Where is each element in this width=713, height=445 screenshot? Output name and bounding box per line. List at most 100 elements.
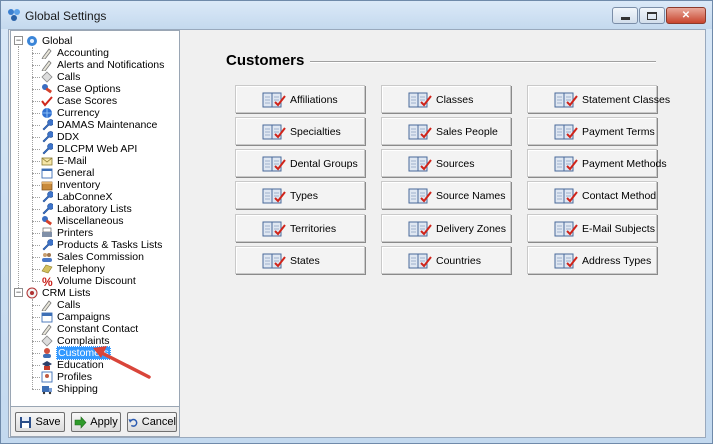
tree-item[interactable]: Products & Tasks Lists — [41, 239, 163, 251]
list-tile[interactable]: Sources — [381, 149, 511, 177]
list-tile[interactable]: Territories — [235, 214, 365, 242]
maximize-icon — [647, 11, 657, 20]
arrow-right-icon — [74, 415, 87, 429]
minimize-button[interactable] — [612, 7, 638, 24]
tree-item[interactable]: Case Scores — [41, 95, 118, 107]
tree-item[interactable]: Laboratory Lists — [41, 203, 133, 215]
tree-node-crm-lists[interactable]: CRM Lists — [26, 287, 91, 299]
cancel-button[interactable]: Cancel — [127, 412, 177, 432]
list-edit-icon — [262, 92, 286, 108]
apply-label: Apply — [90, 416, 118, 428]
tree-item-label: Accounting — [57, 47, 109, 59]
tree-item[interactable]: % Volume Discount — [41, 275, 137, 287]
tree-item[interactable]: Profiles — [41, 371, 93, 383]
settings-tree[interactable]: − Global Accounting Alerts and Notification… — [10, 30, 180, 407]
apply-button[interactable]: Apply — [71, 412, 121, 432]
tree-item[interactable]: Accounting — [41, 47, 110, 59]
tree-connector — [32, 329, 40, 330]
tile-label: Sources — [436, 158, 475, 170]
save-icon — [20, 416, 32, 428]
tree-connector — [32, 245, 40, 246]
tree-connector — [32, 47, 33, 281]
tree-item[interactable]: DDX — [41, 131, 80, 143]
education-icon — [42, 361, 52, 370]
tree-item[interactable]: Inventory — [41, 179, 101, 191]
tree-connector — [18, 46, 19, 294]
title-bar[interactable]: Global Settings ✕ — [1, 1, 712, 29]
tools-icon — [42, 84, 53, 94]
tree-item[interactable]: Alerts and Notifications — [41, 59, 165, 71]
list-tile[interactable]: Contact Method — [527, 181, 657, 209]
tree-item-label: Inventory — [57, 179, 101, 191]
list-edit-icon — [262, 124, 286, 140]
list-tile[interactable]: Sales People — [381, 117, 511, 145]
tree-item[interactable]: Case Options — [41, 83, 122, 95]
tile-label: Payment Terms — [582, 126, 655, 138]
section-title: Customers — [226, 52, 305, 69]
list-tile[interactable]: Classes — [381, 85, 511, 113]
tree-item[interactable]: DAMAS Maintenance — [41, 119, 158, 131]
tree-item[interactable]: Sales Commission — [41, 251, 145, 263]
tree-item-customers[interactable]: Customers — [41, 346, 111, 360]
pencil-icon — [41, 300, 52, 311]
maximize-button[interactable] — [639, 7, 665, 24]
list-tile[interactable]: Payment Methods — [527, 149, 667, 177]
list-tile[interactable]: Countries — [381, 246, 511, 274]
tree-item[interactable]: Telephony — [41, 263, 106, 275]
list-edit-icon — [408, 253, 432, 269]
tree-item[interactable]: Printers — [41, 227, 94, 239]
save-button[interactable]: Save — [15, 412, 65, 432]
tree-item[interactable]: General — [41, 167, 95, 179]
collapse-icon[interactable]: − — [14, 36, 23, 45]
list-tile[interactable]: Payment Terms — [527, 117, 657, 145]
tree-connector — [32, 233, 40, 234]
list-edit-icon — [262, 221, 286, 237]
tree-item[interactable]: Education — [41, 359, 105, 371]
list-tile[interactable]: Affiliations — [235, 85, 365, 113]
tools-icon — [42, 216, 53, 226]
close-button[interactable]: ✕ — [666, 7, 706, 24]
list-tile[interactable]: Address Types — [527, 246, 657, 274]
tile-label: Address Types — [582, 255, 652, 267]
tree-connector — [32, 53, 40, 54]
pencil-icon — [41, 324, 52, 335]
list-tile[interactable]: Source Names — [381, 181, 511, 209]
list-tile[interactable]: Delivery Zones — [381, 214, 511, 242]
tree-item[interactable]: LabConneX — [41, 191, 113, 203]
list-tile[interactable]: Dental Groups — [235, 149, 365, 177]
tree-node-global[interactable]: Global — [26, 35, 73, 47]
tile-label: Contact Method — [582, 190, 657, 202]
tile-label: Source Names — [436, 190, 506, 202]
list-edit-icon — [554, 92, 578, 108]
tree-item[interactable]: Constant Contact — [41, 323, 139, 335]
tree-item[interactable]: Calls — [41, 299, 81, 311]
tree-item[interactable]: Campaigns — [41, 311, 111, 323]
window-icon — [41, 168, 53, 179]
tree-connector — [32, 305, 40, 306]
tree-item-label: Shipping — [57, 383, 98, 395]
tree-connector — [32, 257, 40, 258]
tile-label: Sales People — [436, 126, 498, 138]
tree-item[interactable]: DLCPM Web API — [41, 143, 138, 155]
list-tile[interactable]: Statement Classes — [527, 85, 670, 113]
tree-item[interactable]: E-Mail — [41, 155, 88, 167]
tree-connector — [32, 317, 40, 318]
tree-item[interactable]: Currency — [41, 107, 101, 119]
tree-connector — [32, 269, 40, 270]
tree-item[interactable]: Shipping — [41, 383, 99, 395]
collapse-icon[interactable]: − — [14, 288, 23, 297]
list-tile[interactable]: Specialties — [235, 117, 365, 145]
list-tile[interactable]: Types — [235, 181, 365, 209]
tree-item[interactable]: Miscellaneous — [41, 215, 125, 227]
app-icon — [8, 9, 20, 21]
customers-panel: Customers Affiliations Classes Statement C… — [182, 30, 705, 437]
list-tile[interactable]: E-Mail Subjects — [527, 214, 657, 242]
tree-item-label: General — [57, 167, 95, 179]
tree-item[interactable]: Calls — [41, 71, 81, 83]
tree-connector — [32, 65, 40, 66]
wrench-icon — [42, 119, 53, 131]
list-tile[interactable]: States — [235, 246, 365, 274]
tile-label: Affiliations — [290, 94, 338, 106]
tree-item-label: Miscellaneous — [57, 215, 124, 227]
button-bar: Save Apply Cancel — [10, 407, 180, 437]
